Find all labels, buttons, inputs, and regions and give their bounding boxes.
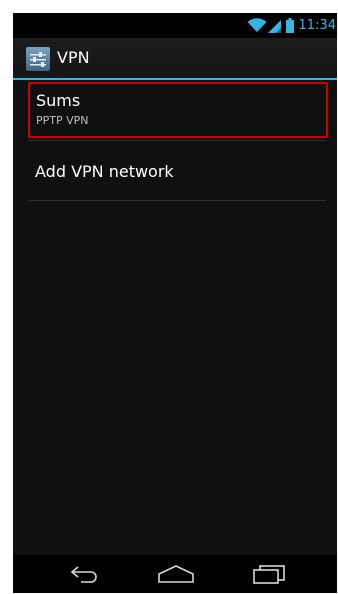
navigation-bar — [13, 555, 337, 593]
status-time: 11:34 — [298, 18, 336, 33]
add-vpn-network-label: Add VPN network — [35, 162, 174, 181]
screen: 11:34 VPN Sums PPTP VPN Add VPN network — [13, 13, 337, 593]
add-vpn-network-item[interactable]: Add VPN network — [28, 153, 326, 197]
vpn-item-type: PPTP VPN — [36, 114, 89, 127]
action-bar: VPN — [13, 38, 337, 80]
home-icon — [158, 565, 194, 583]
vpn-item-sums[interactable]: Sums PPTP VPN — [28, 82, 328, 138]
back-button[interactable] — [55, 559, 115, 589]
list-divider — [28, 140, 326, 141]
page-title: VPN — [57, 48, 90, 67]
vpn-item-name: Sums — [36, 91, 81, 110]
status-bar: 11:34 — [13, 13, 337, 38]
home-button[interactable] — [146, 559, 206, 589]
status-icons: 11:34 — [247, 17, 337, 34]
recent-apps-button[interactable] — [239, 559, 299, 589]
wifi-icon — [247, 18, 267, 32]
recent-apps-icon — [253, 565, 285, 584]
cell-signal-icon — [267, 19, 281, 33]
list-divider — [28, 200, 326, 201]
settings-icon[interactable] — [26, 47, 50, 71]
battery-icon — [285, 18, 294, 33]
back-icon — [70, 566, 97, 583]
